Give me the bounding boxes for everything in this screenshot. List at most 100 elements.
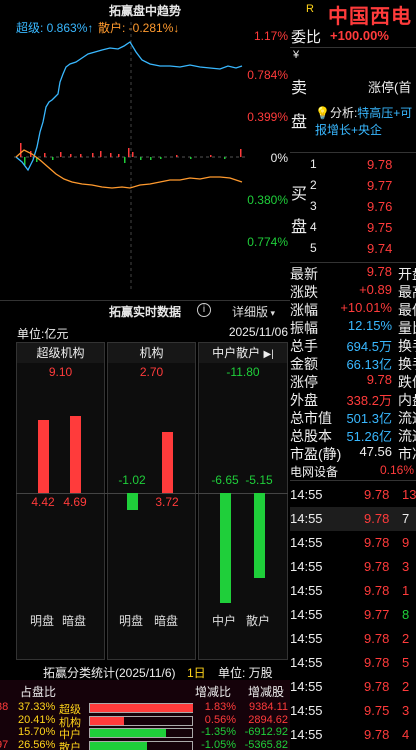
trade-volume: 3 — [402, 559, 410, 574]
buy-level: 2 — [310, 178, 317, 192]
bar-foot-label: 暗盘 — [62, 614, 87, 628]
quote-row: 市盈(静) 47.56 市净 — [290, 444, 416, 462]
bar-foot-label: 中户 — [212, 614, 237, 628]
buy-row[interactable]: 2 9.77 — [290, 178, 416, 198]
sell-label-2: 盘 — [291, 114, 308, 131]
stat-ratio: -1.05% — [201, 738, 236, 750]
quote-key: 涨跌 — [290, 284, 318, 300]
trade-volume: 2 — [402, 631, 410, 646]
header-share: 占盘比 — [20, 685, 57, 699]
trade-time: 14:55 — [290, 583, 323, 598]
trade-row[interactable]: 14:55 9.78 13 — [290, 483, 416, 507]
stat-bar-fill — [90, 729, 166, 737]
bar-label: 3.72 — [155, 495, 179, 509]
stat-shares: -6912.92 — [244, 726, 288, 738]
quote-row: 振幅 12.15% 量比 — [290, 318, 416, 336]
analysis-line[interactable]: 💡分析:特高压+可 — [315, 104, 412, 121]
stock-name[interactable]: 中国西电 — [328, 0, 412, 29]
quote-row: 最新 9.78 开盘 — [290, 264, 416, 282]
quote-extra: 内盘 — [398, 392, 416, 408]
realtime-bar — [162, 431, 173, 493]
stat-ratio: 0.56% — [204, 713, 236, 726]
trade-time: 14:55 — [290, 679, 323, 694]
trade-row[interactable]: 14:55 9.78 2 — [290, 627, 416, 651]
realtime-bar — [127, 493, 138, 510]
sector-pct: 0.16% — [380, 463, 415, 477]
trade-price: 9.78 — [364, 679, 390, 694]
quote-extra: 最高 — [398, 284, 416, 300]
quote-row: 金额 66.13亿换手 — [290, 354, 416, 372]
weibi-value: +100.00% — [330, 28, 389, 43]
buy-price: 9.78 — [367, 157, 393, 172]
trade-time: 14:55 — [290, 631, 323, 646]
trade-price: 9.78 — [364, 559, 390, 574]
trade-time: 14:55 — [290, 535, 323, 550]
trade-row[interactable]: 14:55 9.78 7 — [290, 507, 416, 531]
trade-row[interactable]: 14:55 9.78 3 — [290, 555, 416, 579]
trade-volume: 4 — [402, 727, 410, 742]
buy-row[interactable]: 3 9.76 — [290, 199, 416, 219]
quote-row: 外盘 338.2万内盘 — [290, 390, 416, 408]
bar-label: -1.02 — [118, 473, 146, 487]
trade-row[interactable]: 14:55 9.78 9 — [290, 531, 416, 555]
analysis-text: 特高压+可 — [357, 106, 413, 120]
stat-shares: 2894.62 — [248, 713, 288, 726]
buy-level: 1 — [310, 157, 317, 171]
quote-value: 694.5万 — [346, 339, 392, 354]
r-mark: R — [306, 3, 314, 15]
quote-key: 振幅 — [290, 320, 318, 336]
stat-row[interactable]: 3837.33%超级1.83%9384.11 — [0, 701, 290, 716]
trade-row[interactable]: 14:55 9.77 8 — [290, 603, 416, 627]
quote-key: 涨停 — [290, 374, 318, 390]
quote-row: 涨停 9.78 跌停 — [290, 372, 416, 390]
quote-key: 涨幅 — [290, 302, 318, 318]
buy-level: 3 — [310, 199, 317, 213]
stat-ratio: -1.35% — [201, 726, 236, 738]
realtime-bar — [220, 493, 231, 603]
yen-icon: ¥ — [293, 49, 300, 61]
quote-row: 总手 694.5万换手 — [290, 336, 416, 354]
stat-shares: -5365.82 — [244, 738, 288, 750]
sector-row[interactable]: 电网设备 0.16% — [290, 463, 416, 481]
trade-time: 14:55 — [290, 607, 323, 622]
trade-time: 14:55 — [290, 511, 323, 526]
trade-time: 14:55 — [290, 727, 323, 742]
stat-row[interactable]: 20.41% 机构 0.56% 2894.62 — [0, 713, 290, 729]
trade-row[interactable]: 14:55 9.78 4 — [290, 723, 416, 747]
trade-volume: 8 — [402, 607, 410, 622]
stat-row[interactable]: 15.70% 中户 -1.35% -6912.92 — [0, 726, 290, 741]
bar-label: 4.42 — [31, 495, 55, 509]
quote-row: 总市值 501.3亿流通 — [290, 408, 416, 426]
quote-value: 51.26亿 — [346, 429, 392, 444]
quote-extra: 流通 — [398, 410, 416, 426]
stats-period[interactable]: 1日 — [187, 664, 206, 681]
buy-row[interactable]: 5 9.74 — [290, 241, 416, 261]
trade-price: 9.78 — [364, 535, 390, 550]
header-ratio: 增减比 — [195, 685, 232, 699]
trade-row[interactable]: 14:55 9.78 1 — [290, 579, 416, 603]
bar-foot-label: 明盘 — [119, 614, 144, 628]
sell-label-1: 卖 — [291, 80, 308, 97]
sector-name: 电网设备 — [290, 465, 339, 479]
trade-row[interactable]: 14:55 9.78 5 — [290, 651, 416, 675]
trade-price: 9.78 — [364, 583, 390, 598]
trade-time: 14:55 — [290, 655, 323, 670]
quote-row: 涨幅 +10.01% 最低 — [290, 300, 416, 318]
trade-row[interactable]: 14:55 9.78 2 — [290, 675, 416, 699]
bar-foot-label: 暗盘 — [154, 614, 179, 628]
quote-key: 总市值 — [290, 410, 332, 426]
quote-extra: 换手 — [398, 338, 416, 354]
quote-value: 12.15% — [347, 318, 392, 333]
quote-extra: 流通 — [398, 428, 416, 444]
stat-pct: 26.56% — [18, 738, 56, 750]
trade-row[interactable]: 14:55 9.75 3 — [290, 699, 416, 723]
quote-key: 金额 — [290, 356, 318, 372]
trade-price: 9.75 — [364, 703, 390, 718]
quote-value: +0.89 — [359, 282, 392, 297]
quote-key: 最新 — [290, 266, 318, 282]
buy-row[interactable]: 4 9.75 — [290, 220, 416, 240]
realtime-bar — [38, 420, 49, 493]
buy-row[interactable]: 1 9.78 — [290, 157, 416, 177]
stat-row[interactable]: 97 26.56%散户 -1.05% -5365.82 — [0, 739, 290, 750]
trade-volume: 1 — [402, 583, 410, 598]
